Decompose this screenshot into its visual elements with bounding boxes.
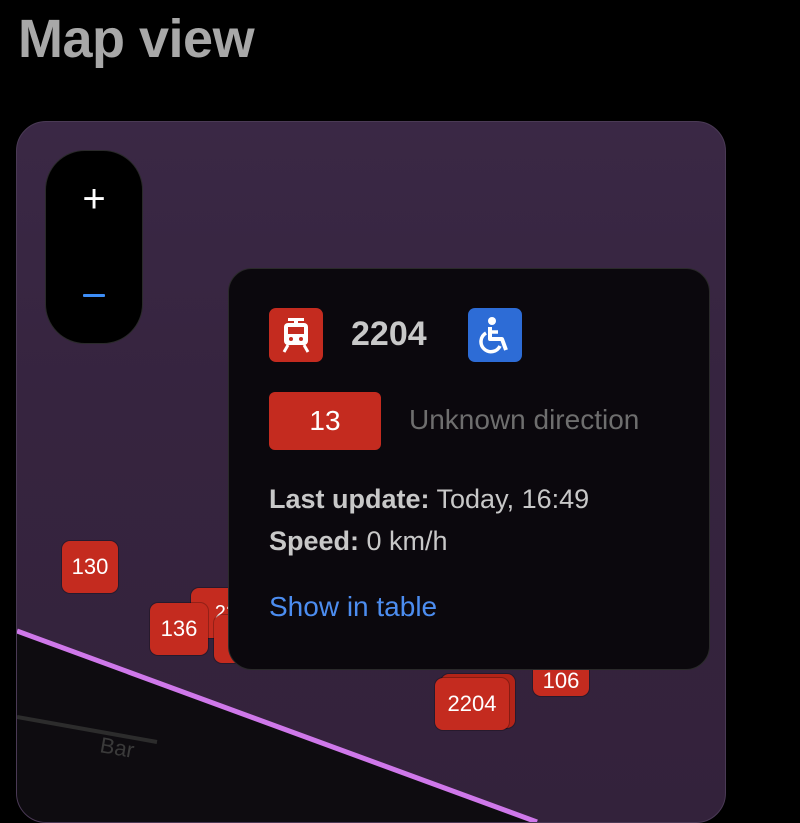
speed-value: 0 km/h [359,526,448,556]
zoom-in-button[interactable]: + [46,151,142,247]
speed-line: Speed: 0 km/h [269,526,448,557]
minus-icon [83,293,105,297]
route-badge: 13 [269,392,381,450]
vehicle-popup: 2204 13 Unknown direction Last update: T… [228,268,710,670]
vehicle-id: 2204 [351,315,427,353]
vehicle-marker-selected[interactable]: 2204 [435,678,509,730]
zoom-out-button[interactable] [46,247,142,343]
show-in-table-link[interactable]: Show in table [269,591,437,623]
direction-text: Unknown direction [409,404,640,435]
last-update-line: Last update: Today, 16:49 [269,484,589,515]
page-title: Map view [18,9,255,69]
last-update-label: Last update: [269,484,430,514]
zoom-control: + [45,150,143,344]
tram-icon [269,308,323,362]
last-update-value: Today, 16:49 [429,484,590,514]
vehicle-marker[interactable]: 130 [62,541,118,593]
vehicle-marker[interactable]: 136 [150,603,208,655]
speed-label: Speed: [269,526,360,556]
wheelchair-icon [468,308,522,362]
